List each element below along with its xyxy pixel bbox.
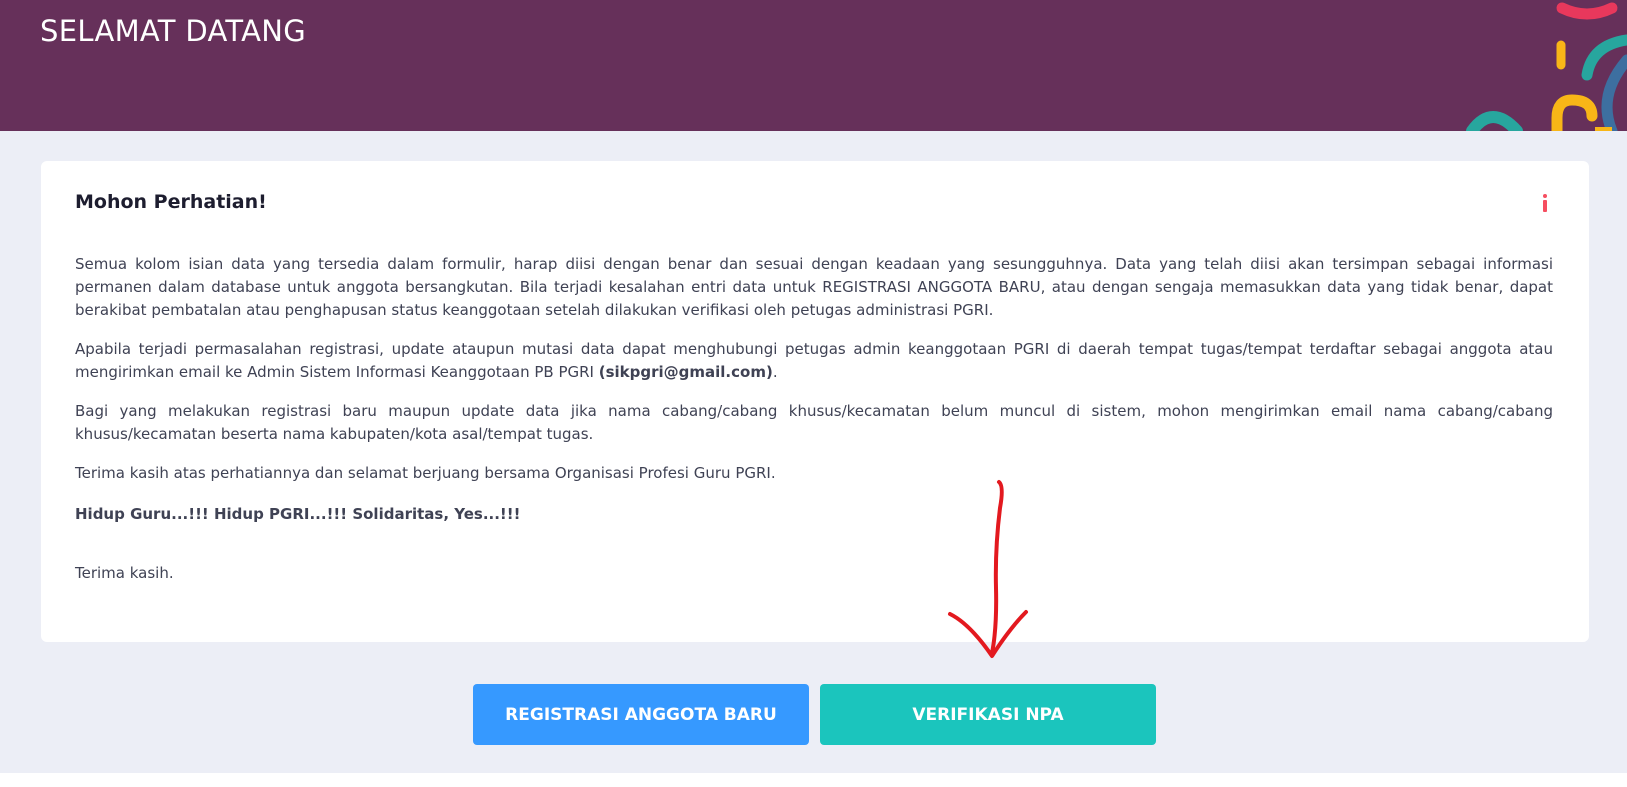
notice-paragraph-contact: Apabila terjadi permasalahan registrasi,… bbox=[75, 338, 1553, 384]
contact-text: Apabila terjadi permasalahan registrasi,… bbox=[75, 340, 1553, 381]
notice-slogan: Hidup Guru...!!! Hidup PGRI...!!! Solida… bbox=[75, 505, 521, 523]
notice-card: Mohon Perhatian! Semua kolom isian data … bbox=[41, 161, 1589, 642]
register-new-member-button[interactable]: REGISTRASI ANGGOTA BARU bbox=[473, 684, 809, 745]
notice-paragraph-data-accuracy: Semua kolom isian data yang tersedia dal… bbox=[75, 255, 1553, 319]
notice-title: Mohon Perhatian! bbox=[75, 191, 267, 213]
page-header: SELAMAT DATANG bbox=[0, 0, 1627, 131]
contact-text-end: . bbox=[772, 363, 778, 381]
page-title: SELAMAT DATANG bbox=[40, 14, 307, 48]
notice-paragraph-thanks: Terima kasih atas perhatiannya dan selam… bbox=[75, 464, 776, 482]
info-icon bbox=[1543, 194, 1547, 212]
notice-paragraph-branch: Bagi yang melakukan registrasi baru maup… bbox=[75, 402, 1553, 443]
decorative-swirls-graphic bbox=[1466, 2, 1627, 131]
action-buttons: REGISTRASI ANGGOTA BARU VERIFIKASI NPA bbox=[473, 684, 1156, 745]
contact-email: (sikpgri@gmail.com) bbox=[598, 363, 773, 381]
notice-body: Semua kolom isian data yang tersedia dal… bbox=[75, 253, 1553, 601]
verify-npa-button[interactable]: VERIFIKASI NPA bbox=[820, 684, 1156, 745]
content-area: Mohon Perhatian! Semua kolom isian data … bbox=[0, 131, 1627, 773]
notice-closing: Terima kasih. bbox=[75, 564, 174, 582]
